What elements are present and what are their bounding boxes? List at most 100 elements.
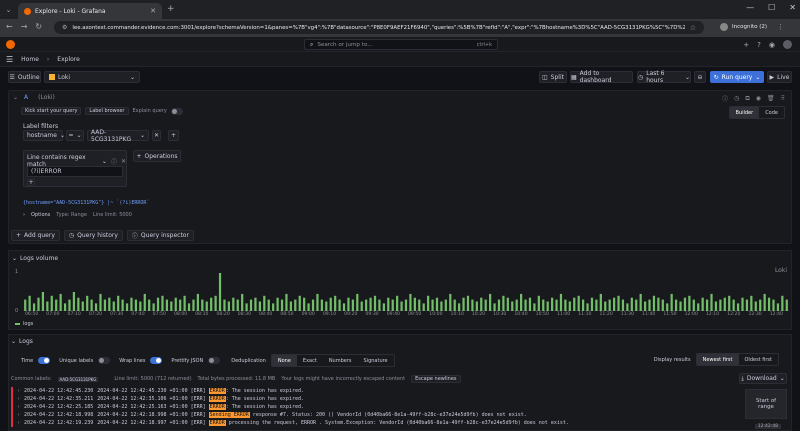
tab-search-icon[interactable]: ⌄ bbox=[4, 5, 13, 14]
add-to-dashboard-button[interactable]: ▦ Add to dashboard bbox=[570, 70, 633, 84]
delete-icon[interactable]: 🗑 bbox=[767, 95, 775, 102]
menu-icon[interactable]: ☰ bbox=[6, 55, 13, 64]
label-operator-select[interactable]: = ⌄ bbox=[66, 130, 84, 141]
newest-first-button[interactable]: Newest first bbox=[696, 354, 739, 365]
query-datasource-tag: (Loki) bbox=[38, 94, 55, 101]
browser-menu-icon[interactable]: ⋮ bbox=[777, 23, 784, 31]
time-toggle[interactable] bbox=[38, 357, 51, 364]
x-tick-label: 08:10 bbox=[195, 312, 209, 317]
zoom-out-button[interactable]: ⊖ bbox=[694, 71, 706, 83]
code-mode-button[interactable]: Code bbox=[759, 107, 784, 118]
time-range-picker[interactable]: ◷ Last 6 hours ⌄ bbox=[637, 70, 691, 84]
x-tick-label: 12:10 bbox=[705, 312, 720, 317]
breadcrumb-explore[interactable]: Explore bbox=[57, 56, 80, 63]
outline-button[interactable]: ☰ Outline bbox=[8, 71, 41, 83]
news-icon[interactable]: ◉ bbox=[769, 41, 775, 49]
log-row[interactable]: › 2024-04-22 12:42:25.185 2024-04-22 12:42… bbox=[11, 403, 751, 411]
minimize-icon[interactable]: — bbox=[746, 3, 754, 12]
query-preview: {hostname="AAD-5CG3131PKG"} |~ `(?i)ERRO… bbox=[23, 200, 150, 206]
grafana-topbar: ⌕ Search or jump to... ctrl+k + ? ◉ bbox=[0, 37, 800, 52]
user-avatar[interactable] bbox=[783, 40, 792, 49]
close-tab-icon[interactable]: ✕ bbox=[150, 7, 156, 15]
live-button[interactable]: ▶ Live bbox=[767, 71, 792, 83]
dedup-exact[interactable]: Exact bbox=[297, 355, 323, 366]
logs-header[interactable]: ⌄ Logs bbox=[11, 338, 33, 345]
volume-bar bbox=[723, 297, 726, 311]
back-icon[interactable]: ← bbox=[6, 22, 13, 31]
logs-volume-chart[interactable] bbox=[23, 271, 789, 311]
add-icon[interactable]: + bbox=[743, 41, 749, 49]
dedup-none[interactable]: None bbox=[271, 355, 297, 366]
run-query-button[interactable]: ↻ Run query ⌄ bbox=[710, 71, 764, 83]
logs-volume-legend[interactable]: logs bbox=[15, 321, 33, 327]
operations-button[interactable]: + Operations bbox=[133, 150, 181, 162]
volume-bar bbox=[537, 295, 540, 311]
builder-mode-button[interactable]: Builder bbox=[729, 107, 760, 118]
hide-icon[interactable]: ◉ bbox=[756, 95, 761, 102]
log-row[interactable]: › 2024-04-22 12:42:18.998 2024-04-22 12:42… bbox=[11, 411, 751, 419]
add-query-button[interactable]: + Add query bbox=[11, 230, 60, 241]
query-history-button[interactable]: ◷ Query history bbox=[63, 230, 123, 241]
escape-newlines-button[interactable]: Escape newlines bbox=[411, 375, 461, 383]
start-of-range-button[interactable]: Start of range bbox=[745, 389, 787, 419]
breadcrumb-home[interactable]: Home bbox=[21, 56, 39, 63]
add-line-filter-button[interactable]: + bbox=[27, 179, 35, 186]
help-icon[interactable]: ? bbox=[757, 41, 761, 49]
remove-filter-button[interactable]: ✕ bbox=[152, 130, 161, 141]
label-key-select[interactable]: hostname ⌄ bbox=[23, 130, 65, 141]
datasource-picker[interactable]: Loki ⌄ bbox=[44, 71, 140, 83]
wrap-lines-toggle[interactable] bbox=[150, 357, 163, 364]
query-options[interactable]: › Options Type: Range Line limit: 5000 bbox=[23, 212, 132, 218]
query-row-actions: ⓘ ◷ ⧉ ◉ 🗑 ⠿ bbox=[722, 94, 785, 104]
volume-bar bbox=[475, 301, 478, 311]
prettify-json-toggle[interactable] bbox=[208, 357, 221, 364]
add-filter-button[interactable]: + bbox=[168, 130, 179, 141]
search-input[interactable]: ⌕ Search or jump to... ctrl+k bbox=[304, 39, 498, 50]
grafana-logo-icon[interactable] bbox=[6, 40, 15, 49]
query-inspector-button[interactable]: ⓘ Query inspector bbox=[126, 230, 194, 241]
kick-start-button[interactable]: Kick start your query bbox=[21, 107, 82, 115]
log-timestamp: 2024-04-22 12:42:18.998 bbox=[24, 412, 94, 418]
logs-volume-header[interactable]: ⌄ Logs volume bbox=[12, 255, 58, 262]
bookmark-star-icon[interactable]: ☆ bbox=[690, 24, 696, 32]
download-button[interactable]: ⤓ Download ⌄ bbox=[739, 373, 787, 384]
volume-bar bbox=[214, 295, 217, 311]
oldest-first-button[interactable]: Oldest first bbox=[739, 354, 778, 365]
dedup-signature[interactable]: Signature bbox=[358, 355, 394, 366]
log-row[interactable]: › 2024-04-22 12:42:35.211 2024-04-22 12:42… bbox=[11, 395, 751, 403]
split-button[interactable]: ◫ Split bbox=[539, 71, 567, 83]
label-value-select[interactable]: AAD-5CG3131PKG ⌄ bbox=[87, 129, 149, 143]
line-filter-input[interactable]: (?i)ERROR bbox=[27, 166, 123, 177]
line-filter-remove-icon[interactable]: ✕ bbox=[121, 158, 126, 165]
help-query-icon[interactable]: ⓘ bbox=[722, 94, 728, 103]
collapse-icon[interactable]: ⌄ bbox=[13, 94, 18, 101]
line-filter-info-icon[interactable]: ⓘ bbox=[111, 157, 117, 166]
volume-bar bbox=[440, 301, 443, 311]
volume-bar bbox=[99, 293, 102, 311]
log-level-indicator bbox=[11, 395, 13, 403]
profile-area[interactable]: Incognito (2) ⋮ bbox=[720, 23, 784, 31]
volume-bar bbox=[630, 297, 633, 311]
forward-icon[interactable]: → bbox=[21, 22, 28, 31]
reload-icon[interactable]: ↻ bbox=[35, 22, 42, 31]
explain-query-toggle[interactable] bbox=[170, 107, 183, 115]
address-bar[interactable]: ⚙ lee.axontest.commander.evidence.com:30… bbox=[54, 21, 704, 34]
dedup-numbers[interactable]: Numbers bbox=[323, 355, 358, 366]
site-info-icon[interactable]: ⚙ bbox=[62, 24, 67, 31]
log-row[interactable]: › 2024-04-22 12:42:45.230 2024-04-22 12:42… bbox=[11, 387, 751, 395]
line-filter-chevron-icon[interactable]: ⌄ bbox=[102, 158, 107, 165]
inspector-icon: ⓘ bbox=[131, 233, 138, 240]
drag-handle-icon[interactable]: ⠿ bbox=[781, 95, 785, 102]
new-tab-icon[interactable]: + bbox=[167, 4, 175, 14]
volume-bar bbox=[50, 295, 53, 311]
log-row[interactable]: › 2024-04-22 12:42:19.239 2024-04-22 12:42… bbox=[11, 419, 751, 427]
run-chevron-icon[interactable]: ⌄ bbox=[755, 74, 760, 81]
duplicate-icon[interactable]: ⧉ bbox=[745, 95, 749, 103]
maximize-icon[interactable]: ☐ bbox=[768, 3, 775, 12]
history-icon[interactable]: ◷ bbox=[734, 95, 739, 102]
label-browser-button[interactable]: Label browser bbox=[85, 107, 129, 115]
browser-tab[interactable]: Explore - Loki - Grafana ✕ bbox=[18, 3, 162, 19]
unique-labels-toggle[interactable] bbox=[98, 357, 111, 364]
window-close-icon[interactable]: ✕ bbox=[789, 3, 796, 12]
x-tick-label: 07:50 bbox=[152, 312, 166, 317]
